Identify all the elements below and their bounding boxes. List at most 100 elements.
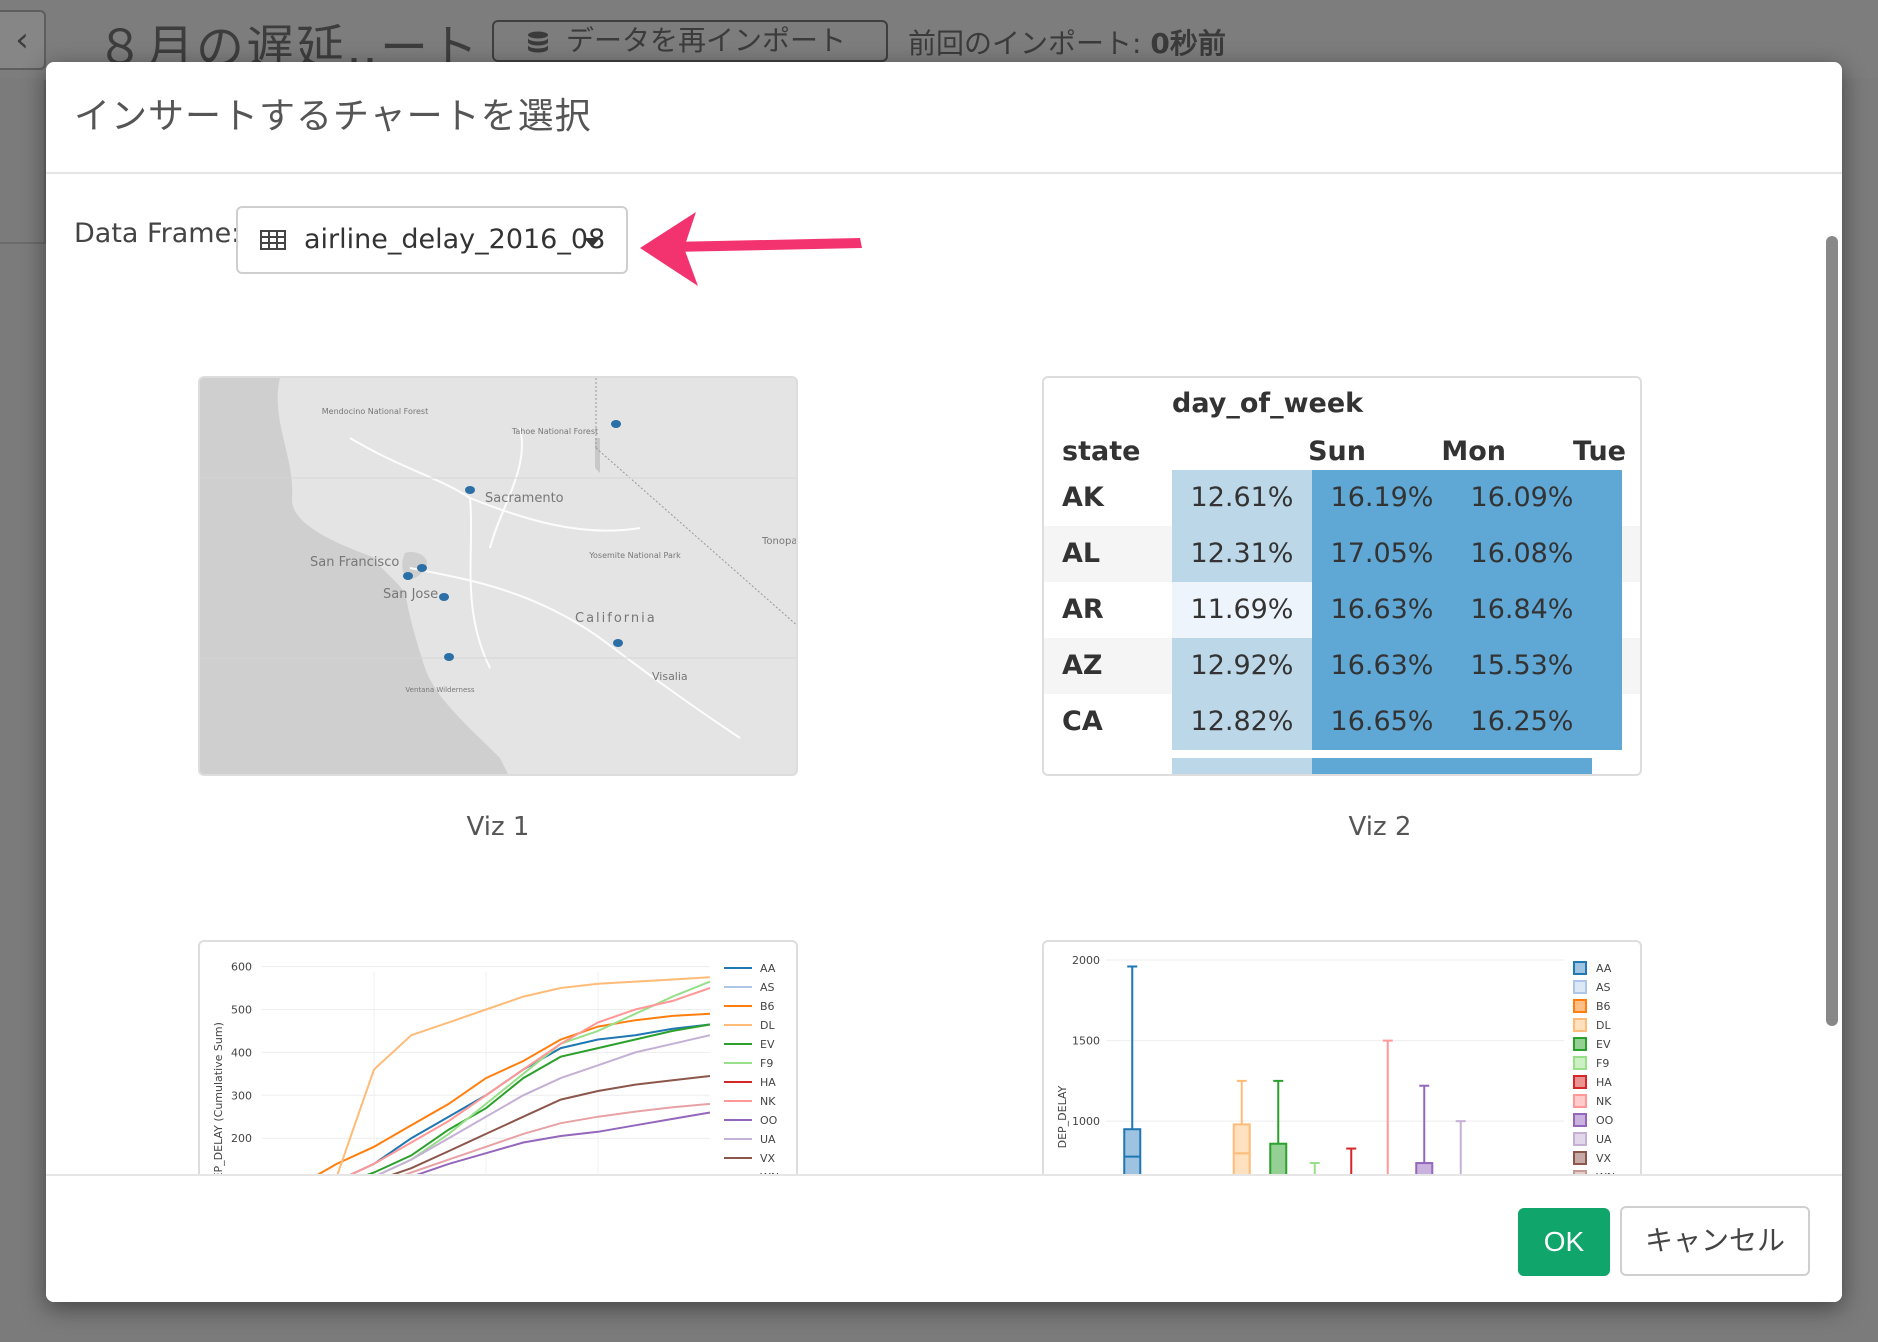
line-chart: 0100200300400500600DEP_DELAY (Cumulative… bbox=[212, 961, 779, 1174]
legend-label: AA bbox=[1596, 962, 1612, 975]
map-marker bbox=[465, 486, 475, 494]
pivot-column-group: day_of_week bbox=[1172, 388, 1364, 419]
legend-swatch bbox=[1573, 1132, 1587, 1146]
legend-label: UA bbox=[760, 1133, 776, 1146]
legend-swatch bbox=[1573, 1037, 1587, 1051]
y-tick-label: 300 bbox=[231, 1089, 252, 1102]
scrollbar-thumb[interactable] bbox=[1826, 236, 1838, 1026]
map-label: California bbox=[575, 611, 657, 626]
pivot-row-state: AL bbox=[1062, 538, 1101, 569]
pivot-cell-cutoff bbox=[1592, 638, 1622, 694]
pivot-cell: 12.61% bbox=[1172, 470, 1312, 526]
map-label: Ventana Wilderness bbox=[405, 686, 475, 694]
legend-label: OO bbox=[760, 1114, 778, 1127]
legend-label: VX bbox=[760, 1152, 776, 1165]
pivot-row: AL 12.31% 17.05% 16.08% bbox=[1044, 526, 1640, 582]
pivot-cell: 16.84% bbox=[1452, 582, 1592, 638]
reimport-button[interactable]: データを再インポート bbox=[492, 20, 888, 62]
pivot-cell: 12.92% bbox=[1172, 638, 1312, 694]
pivot-cell: 12.82% bbox=[1172, 694, 1312, 750]
pivot-cell: 16.65% bbox=[1312, 694, 1452, 750]
data-frame-label: Data Frame: bbox=[74, 218, 241, 249]
pivot-row: AR 11.69% 16.63% 16.84% bbox=[1044, 582, 1640, 638]
dialog-footer: OK キャンセル bbox=[46, 1174, 1842, 1302]
map-label: Visalia bbox=[652, 670, 688, 683]
legend-swatch bbox=[1573, 999, 1587, 1013]
pivot-cell: 16.08% bbox=[1452, 526, 1592, 582]
map-marker bbox=[611, 420, 621, 428]
caret-down-icon bbox=[584, 238, 600, 247]
insert-chart-dialog: インサートするチャートを選択 Data Frame: airline_delay… bbox=[46, 62, 1842, 1302]
map-label: Tonopah bbox=[761, 536, 798, 547]
pivot-cell: 16.63% bbox=[1312, 582, 1452, 638]
viz-3-thumbnail[interactable]: 0100200300400500600DEP_DELAY (Cumulative… bbox=[198, 940, 798, 1174]
divider bbox=[0, 242, 46, 244]
pivot-cell-cutoff bbox=[1592, 526, 1622, 582]
map-label: Tahoe National Forest bbox=[511, 427, 598, 436]
legend-label: VX bbox=[1596, 1152, 1612, 1165]
pivot-cutoff-row bbox=[1172, 758, 1622, 774]
cancel-button[interactable]: キャンセル bbox=[1620, 1206, 1810, 1276]
legend-swatch bbox=[1573, 1094, 1587, 1108]
dialog-header: インサートするチャートを選択 bbox=[46, 62, 1842, 174]
pointer-arrow-icon bbox=[640, 212, 862, 286]
back-button[interactable]: ‹ bbox=[0, 10, 46, 70]
last-import-label: 前回のインポート: bbox=[908, 27, 1151, 60]
legend-swatch bbox=[1573, 1075, 1587, 1089]
map-label: San Jose bbox=[383, 587, 438, 602]
map-marker bbox=[444, 653, 454, 661]
pivot-cell: 16.19% bbox=[1312, 470, 1452, 526]
pivot-cell: 16.25% bbox=[1452, 694, 1592, 750]
legend-swatch bbox=[1573, 980, 1587, 994]
pivot-row-header: state bbox=[1062, 436, 1141, 467]
map-label: Yosemite National Park bbox=[588, 551, 681, 560]
legend-label: NK bbox=[1596, 1095, 1612, 1108]
y-tick-label: 2000 bbox=[1072, 954, 1100, 967]
pivot-col-header: Tue bbox=[1573, 436, 1626, 467]
side-panel bbox=[0, 80, 46, 242]
viz-2-thumbnail[interactable]: day_of_week state Sun Mon Tue AK 12.61% 16… bbox=[1042, 376, 1642, 776]
pivot-row: AZ 12.92% 16.63% 15.53% bbox=[1044, 638, 1640, 694]
map-label: San Francisco bbox=[310, 555, 399, 570]
ok-button[interactable]: OK bbox=[1518, 1208, 1610, 1276]
pivot-col-header: Mon bbox=[1441, 436, 1506, 467]
viz-1-thumbnail[interactable]: Mendocino National Forest Tahoe National… bbox=[198, 376, 798, 776]
chevron-left-icon: ‹ bbox=[15, 20, 29, 60]
y-axis-label: DEP_DELAY (Cumulative Sum) bbox=[212, 1022, 225, 1174]
legend-label: DL bbox=[760, 1019, 775, 1032]
pivot-cell-cutoff bbox=[1592, 582, 1622, 638]
map-marker bbox=[439, 593, 449, 601]
pivot-cell-cutoff bbox=[1592, 470, 1622, 526]
legend-label: F9 bbox=[760, 1057, 773, 1070]
pivot-cell: 15.53% bbox=[1452, 638, 1592, 694]
y-tick-label: 1500 bbox=[1072, 1035, 1100, 1048]
legend-swatch bbox=[1573, 1018, 1587, 1032]
dialog-body[interactable]: Data Frame: airline_delay_2016_08 Mendoc… bbox=[46, 174, 1842, 1174]
pivot-cell: 16.63% bbox=[1312, 638, 1452, 694]
pivot-row-state: CA bbox=[1062, 706, 1103, 737]
legend-label: NK bbox=[760, 1095, 776, 1108]
map-marker bbox=[613, 639, 623, 647]
map-marker bbox=[403, 572, 413, 580]
legend-label: HA bbox=[760, 1076, 776, 1089]
pivot-col-header: Sun bbox=[1308, 436, 1366, 467]
legend-label: B6 bbox=[760, 1000, 775, 1013]
legend-label: AA bbox=[760, 962, 776, 975]
map-label: Mendocino National Forest bbox=[322, 407, 428, 416]
legend-swatch bbox=[1573, 961, 1587, 975]
pivot-row-state: AR bbox=[1062, 594, 1104, 625]
box-dl bbox=[1232, 1123, 1251, 1174]
pivot-row: CA 12.82% 16.65% 16.25% bbox=[1044, 694, 1640, 750]
y-tick-label: 500 bbox=[231, 1003, 252, 1016]
table-icon bbox=[260, 230, 286, 250]
y-tick-label: 200 bbox=[231, 1132, 252, 1145]
map-label: Sacramento bbox=[485, 491, 564, 506]
database-icon bbox=[528, 31, 548, 53]
legend-label: DL bbox=[1596, 1019, 1611, 1032]
data-frame-select[interactable]: airline_delay_2016_08 bbox=[236, 206, 628, 274]
viz-4-thumbnail[interactable]: 500100015002000DEP_DELAYAAASB6DLEVF9HANK… bbox=[1042, 940, 1642, 1174]
pivot-cell: 11.69% bbox=[1172, 582, 1312, 638]
viz-1-label: Viz 1 bbox=[466, 812, 530, 842]
legend-swatch bbox=[1573, 1151, 1587, 1165]
last-import-status: 前回のインポート: 0秒前 bbox=[908, 22, 1226, 62]
